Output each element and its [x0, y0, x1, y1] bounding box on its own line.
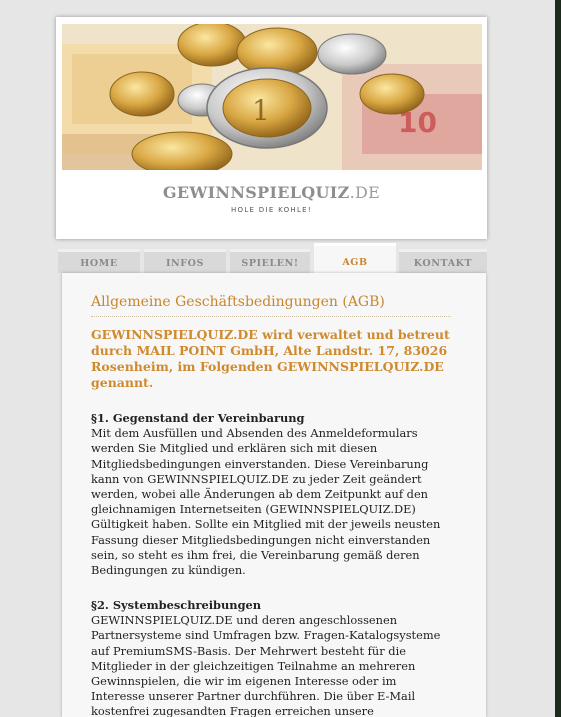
section-2-title: §2. Systembeschreibungen: [91, 598, 262, 612]
main-content-panel: Allgemeine Geschäftsbedingungen (AGB) GE…: [62, 273, 486, 717]
site-header: 10 1 GEWINNSPIELQUIZ.DE HOLE DIE KOHLE!: [56, 17, 487, 239]
tab-home[interactable]: HOME: [58, 249, 140, 273]
intro-text: GEWINNSPIELQUIZ.DE wird verwaltet und be…: [91, 327, 450, 390]
tab-spielen[interactable]: SPIELEN!: [230, 249, 310, 273]
site-tagline: HOLE DIE KOHLE!: [230, 206, 313, 214]
section-1-body: Mit dem Ausfüllen und Absenden des Anmel…: [91, 426, 441, 578]
logo-main-text: GEWINNSPIELQUIZ: [162, 183, 350, 202]
logo-tld-text: .DE: [349, 183, 381, 202]
section-1-title: §1. Gegenstand der Vereinbarung: [91, 411, 305, 425]
page-title: Allgemeine Geschäftsbedingungen (AGB): [91, 294, 451, 317]
site-logo[interactable]: GEWINNSPIELQUIZ.DE: [56, 183, 487, 202]
svg-text:1: 1: [252, 94, 270, 127]
tab-kontakt[interactable]: KONTAKT: [399, 249, 487, 273]
tab-agb[interactable]: AGB: [314, 243, 396, 273]
section-2-body: GEWINNSPIELQUIZ.DE und deren angeschloss…: [91, 613, 441, 717]
window-edge: [555, 0, 561, 717]
coins-banner-image: 10 1: [62, 24, 482, 170]
main-navigation: HOME INFOS SPIELEN! AGB KONTAKT: [58, 243, 490, 273]
section-1: §1. Gegenstand der Vereinbarung Mit dem …: [91, 411, 451, 578]
tab-infos[interactable]: INFOS: [144, 249, 226, 273]
section-2: §2. Systembeschreibungen GEWINNSPIELQUIZ…: [91, 598, 451, 717]
